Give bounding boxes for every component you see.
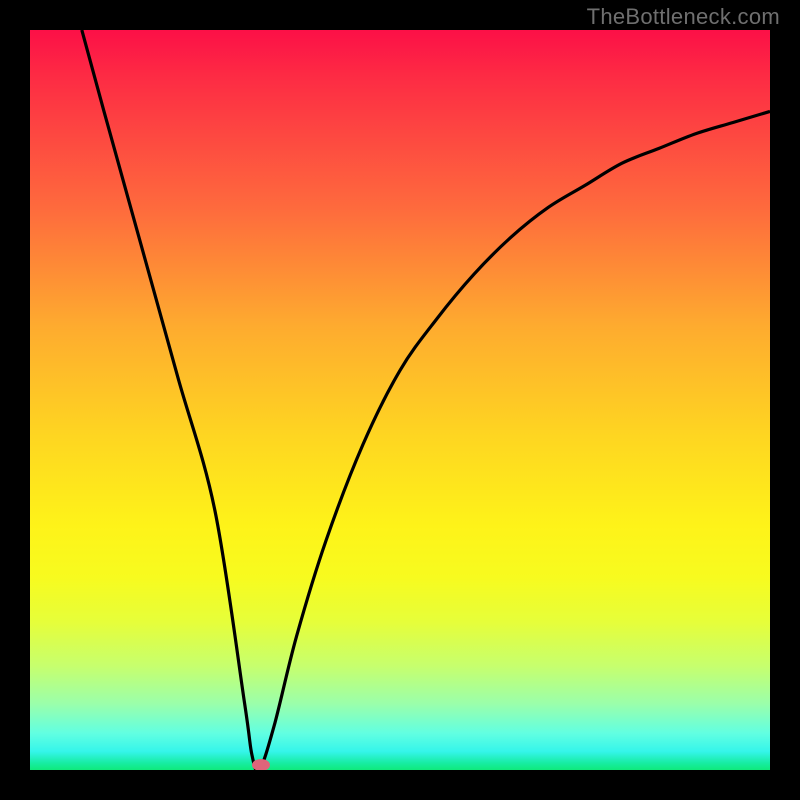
watermark-label: TheBottleneck.com bbox=[587, 4, 780, 30]
chart-frame: TheBottleneck.com bbox=[0, 0, 800, 800]
minimum-marker bbox=[252, 759, 270, 770]
bottleneck-curve bbox=[30, 30, 770, 770]
plot-area bbox=[30, 30, 770, 770]
curve-path bbox=[82, 30, 770, 770]
